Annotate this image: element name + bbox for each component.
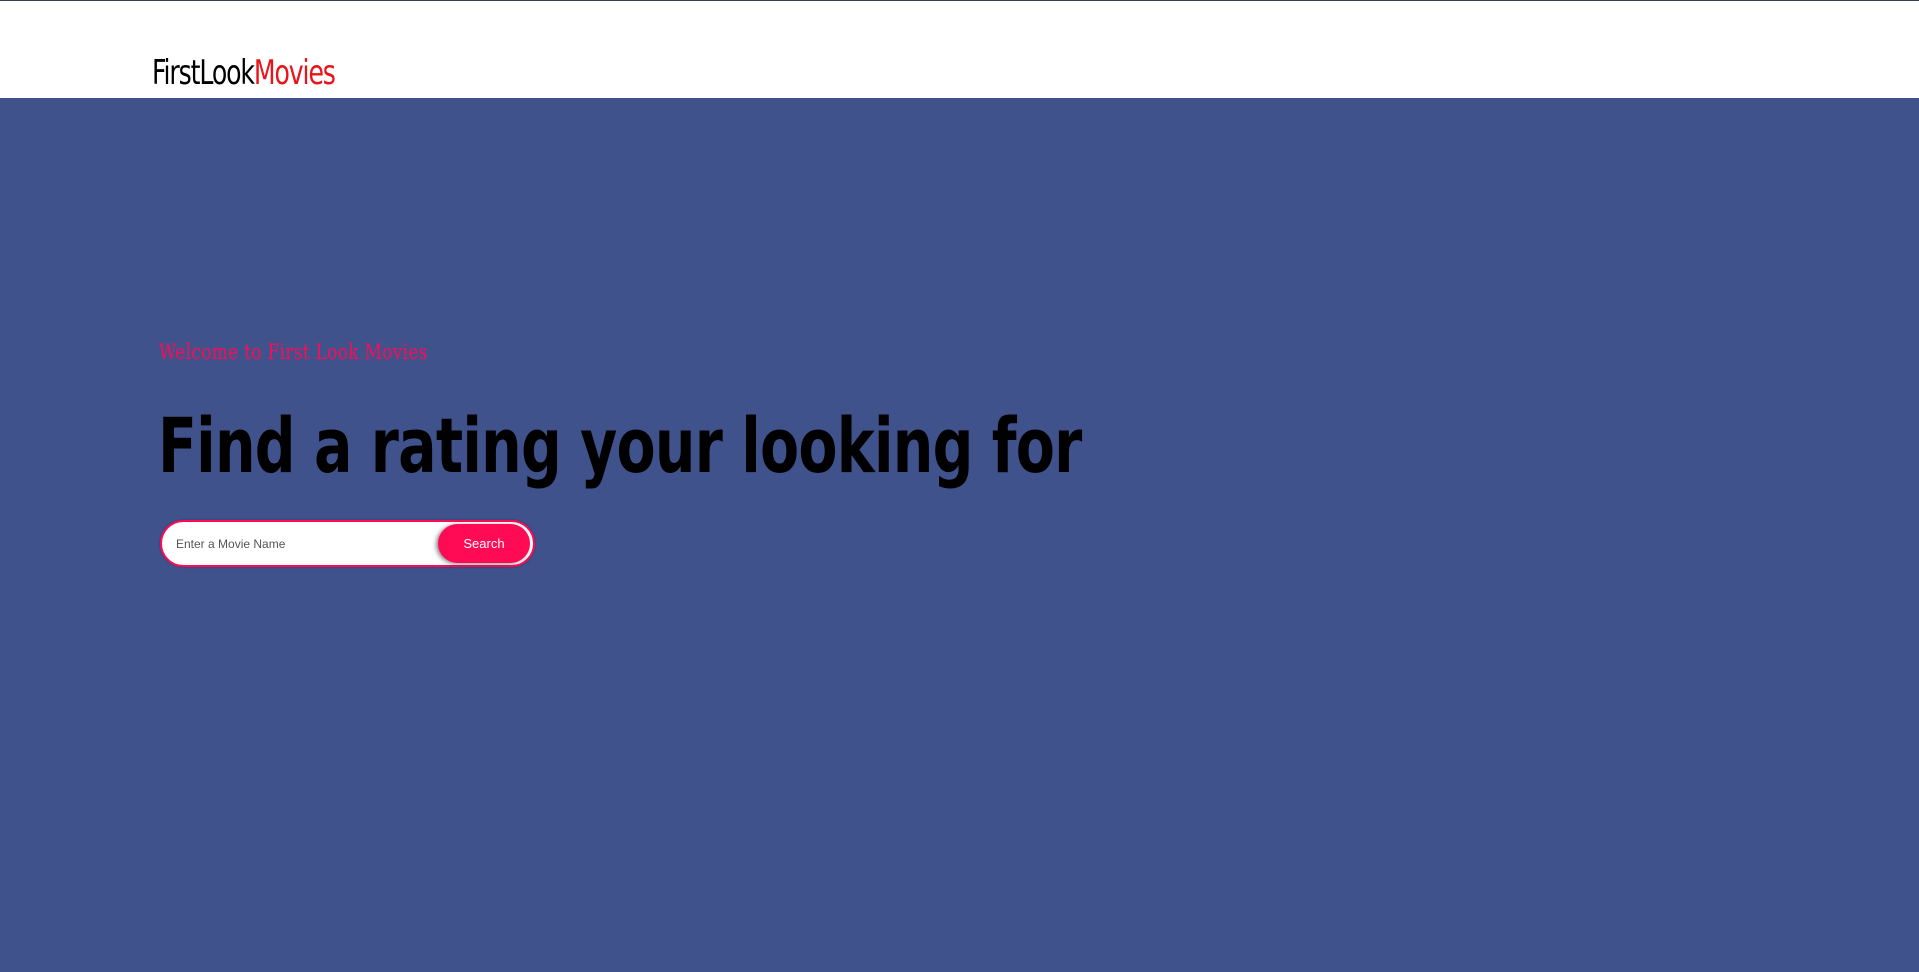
hero-section: Welcome to First Look Movies Find a rati…	[0, 98, 1919, 972]
welcome-text: Welcome to First Look Movies	[159, 340, 428, 364]
hero-headline: Find a rating your looking for	[158, 401, 1082, 490]
logo-text-movies: Movies	[253, 53, 336, 93]
movie-search-input[interactable]	[176, 522, 391, 565]
search-form: Search	[160, 520, 535, 567]
site-logo[interactable]: FirstLookMovies	[152, 51, 336, 95]
search-button[interactable]: Search	[438, 524, 530, 563]
site-header: FirstLookMovies	[0, 1, 1919, 98]
logo-text-firstlook: FirstLook	[152, 53, 255, 93]
